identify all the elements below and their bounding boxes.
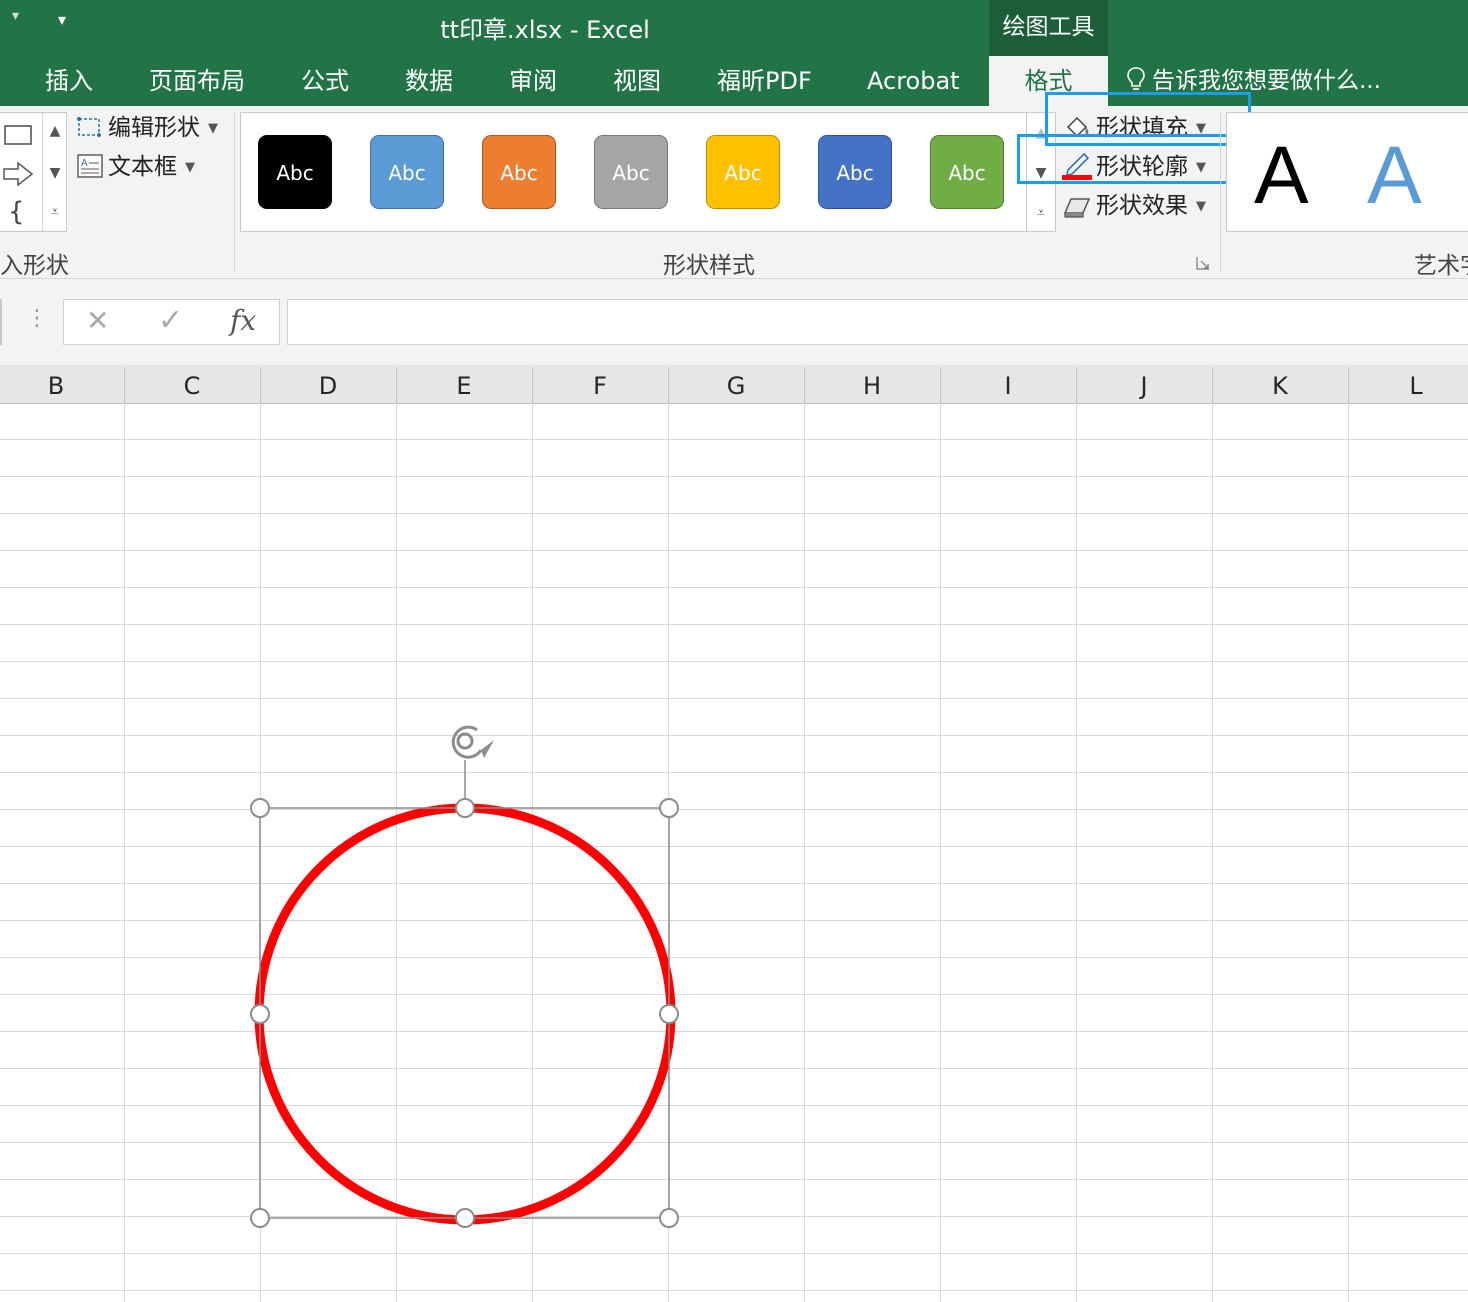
resize-handle[interactable] [455, 798, 475, 818]
shape-styles-group-label: 形状样式 [663, 253, 755, 279]
right-arrow-shape-icon[interactable] [2, 161, 34, 187]
column-header[interactable]: H [804, 365, 940, 403]
insert-function-button[interactable]: fx [230, 304, 256, 337]
shape-style-preset[interactable]: Abc [818, 135, 892, 209]
column-header[interactable]: K [1212, 365, 1348, 403]
column-header[interactable]: D [260, 365, 396, 403]
wordart-sample[interactable]: A [1367, 128, 1422, 224]
tab-acrobat[interactable]: Acrobat [867, 66, 960, 96]
lightbulb-icon [1127, 67, 1145, 90]
gallery-more-icon[interactable]: ⩡ [42, 192, 67, 231]
tab-view[interactable]: 视图 [613, 66, 661, 96]
enter-icon[interactable]: ✓ [158, 303, 183, 338]
edit-shape-icon [77, 117, 101, 137]
circle-outline[interactable] [254, 803, 676, 1225]
tab-review[interactable]: 审阅 [509, 66, 557, 96]
insert-shapes-group-label: 入形状 [0, 253, 69, 279]
column-header[interactable]: B [0, 365, 124, 403]
formula-input[interactable] [287, 299, 1468, 345]
column-header[interactable]: L [1348, 365, 1468, 403]
chevron-down-icon: ▼ [208, 121, 218, 136]
column-header[interactable]: C [124, 365, 260, 403]
shape-style-preset[interactable]: Abc [930, 135, 1004, 209]
shape-style-preset[interactable]: Abc [482, 135, 556, 209]
text-box-label: 文本框 [108, 154, 177, 180]
text-box-icon: A [77, 154, 103, 178]
resize-handle[interactable] [659, 1208, 679, 1228]
cancel-icon[interactable]: ✕ [86, 304, 109, 337]
window-title: tt印章.xlsx - Excel [440, 16, 650, 44]
tab-insert[interactable]: 插入 [45, 66, 93, 96]
worksheet-grid[interactable] [0, 403, 1468, 1302]
resize-handle[interactable] [659, 798, 679, 818]
wordart-sample[interactable]: A [1254, 128, 1309, 224]
rectangle-shape-icon[interactable] [2, 123, 34, 147]
gallery-scroll-up-icon[interactable]: ▲ [42, 113, 67, 153]
dialog-launcher-icon[interactable] [1196, 256, 1210, 270]
group-divider [234, 112, 235, 272]
text-box-button[interactable]: A 文本框 ▼ [76, 152, 195, 183]
column-header[interactable]: J [1076, 365, 1212, 403]
shape-style-preset[interactable]: Abc [706, 135, 780, 209]
column-header[interactable]: E [396, 365, 532, 403]
name-box[interactable] [0, 299, 2, 345]
svg-text:A: A [81, 158, 88, 169]
resize-handle[interactable] [250, 1004, 270, 1024]
group-divider [1220, 112, 1221, 272]
tab-page-layout[interactable]: 页面布局 [149, 66, 245, 96]
annotation-box-outline [1017, 134, 1237, 184]
shape-effects-icon [1063, 198, 1091, 218]
wordart-group-label: 艺术字 [1414, 253, 1468, 279]
edit-shape-button[interactable]: 编辑形状 ▼ [76, 113, 218, 144]
shape-effects-label: 形状效果 [1096, 193, 1188, 219]
column-header[interactable]: I [940, 365, 1076, 403]
tell-me-text: 告诉我您想要做什么... [1152, 68, 1381, 94]
chevron-down-icon: ▼ [1196, 199, 1206, 214]
shape-style-preset[interactable]: Abc [258, 135, 332, 209]
formula-bar-grip-icon[interactable]: ⋮ [26, 306, 48, 331]
contextual-tab-group-label: 绘图工具 [989, 0, 1108, 56]
edit-shape-label: 编辑形状 [108, 115, 200, 141]
selected-circle-shape[interactable] [240, 710, 690, 1240]
shape-style-preset[interactable]: Abc [594, 135, 668, 209]
gallery-more-icon[interactable]: ⩡ [1027, 193, 1055, 231]
tab-data[interactable]: 数据 [405, 66, 453, 96]
gallery-scroll-down-icon[interactable]: ▼ [42, 153, 67, 192]
column-header[interactable]: F [532, 365, 668, 403]
tab-formulas[interactable]: 公式 [301, 66, 349, 96]
brace-shape-icon[interactable]: { [8, 197, 25, 227]
resize-handle[interactable] [455, 1208, 475, 1228]
resize-handle[interactable] [250, 798, 270, 818]
insert-shapes-gallery[interactable]: { ▲ ▼ ⩡ [0, 112, 67, 232]
formula-buttons: ✕ ✓ fx [63, 299, 280, 345]
rotation-handle-icon[interactable] [451, 725, 494, 759]
tab-foxit-pdf[interactable]: 福昕PDF [717, 66, 812, 96]
resize-handle[interactable] [659, 1004, 679, 1024]
shape-effects-button[interactable]: 形状效果 ▼ [1062, 191, 1206, 222]
column-header[interactable]: G [668, 365, 804, 403]
chevron-down-icon: ▼ [185, 160, 195, 175]
shape-style-preset[interactable]: Abc [370, 135, 444, 209]
resize-handle[interactable] [250, 1208, 270, 1228]
